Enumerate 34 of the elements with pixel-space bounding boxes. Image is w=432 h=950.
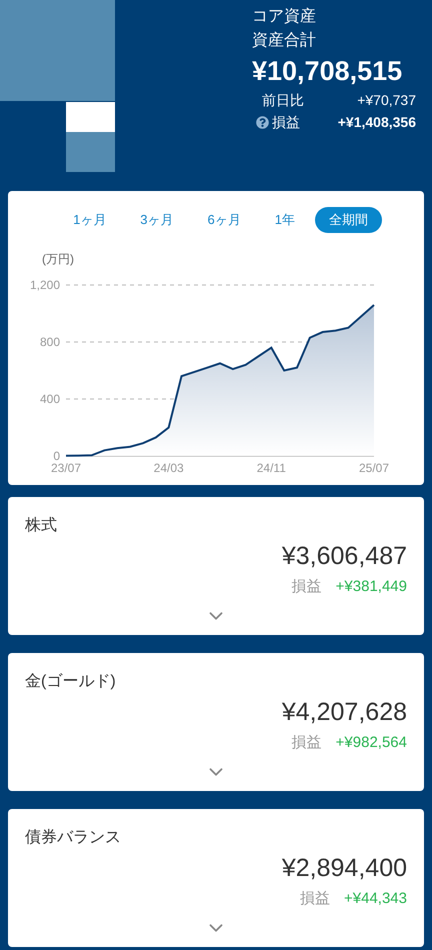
row-value: +¥1,408,356	[338, 113, 416, 132]
y-tick-label: 0	[53, 449, 60, 463]
section-title: コア資産	[252, 6, 317, 27]
period-tab[interactable]: 3ヶ月	[126, 207, 188, 233]
row-label: 前日比	[262, 91, 304, 110]
asset-amount: ¥3,606,487	[280, 541, 407, 572]
profit-value: +¥381,449	[336, 577, 407, 597]
asset-amount: ¥2,894,400	[280, 853, 407, 884]
row-value: +¥70,737	[357, 91, 416, 110]
x-tick-label: 23/07	[50, 461, 82, 475]
period-tab[interactable]: 1ヶ月	[59, 207, 120, 233]
y-tick-label: 400	[40, 392, 60, 406]
asset-amount: ¥4,207,628	[280, 697, 407, 728]
profit-value: +¥44,343	[344, 889, 407, 909]
x-tick-label: 24/03	[154, 461, 184, 475]
profit-label: 損益	[292, 577, 322, 597]
profit-label: 損益	[300, 889, 330, 909]
help-icon[interactable]	[256, 116, 269, 128]
axis-unit: (万円)	[42, 252, 74, 266]
x-tick-label: 25/07	[358, 461, 390, 475]
profit-label: 損益	[292, 733, 322, 753]
period-tab[interactable]: 全期間	[315, 207, 382, 233]
profit-value: +¥982,564	[336, 733, 407, 753]
period-tab[interactable]: 1年	[260, 207, 309, 233]
asset-name: 株式	[25, 516, 58, 536]
y-tick-label: 800	[40, 335, 60, 349]
asset-name: 金(ゴールド)	[25, 672, 117, 692]
total-label: 資産合計	[252, 30, 317, 51]
asset-name: 債券バランス	[25, 828, 122, 848]
y-tick-label: 1,200	[30, 278, 60, 292]
row-label: 損益	[272, 113, 300, 132]
total-amount: ¥10,708,515	[252, 55, 404, 88]
period-tab[interactable]: 6ヶ月	[194, 207, 255, 233]
x-tick-label: 24/11	[256, 461, 286, 475]
